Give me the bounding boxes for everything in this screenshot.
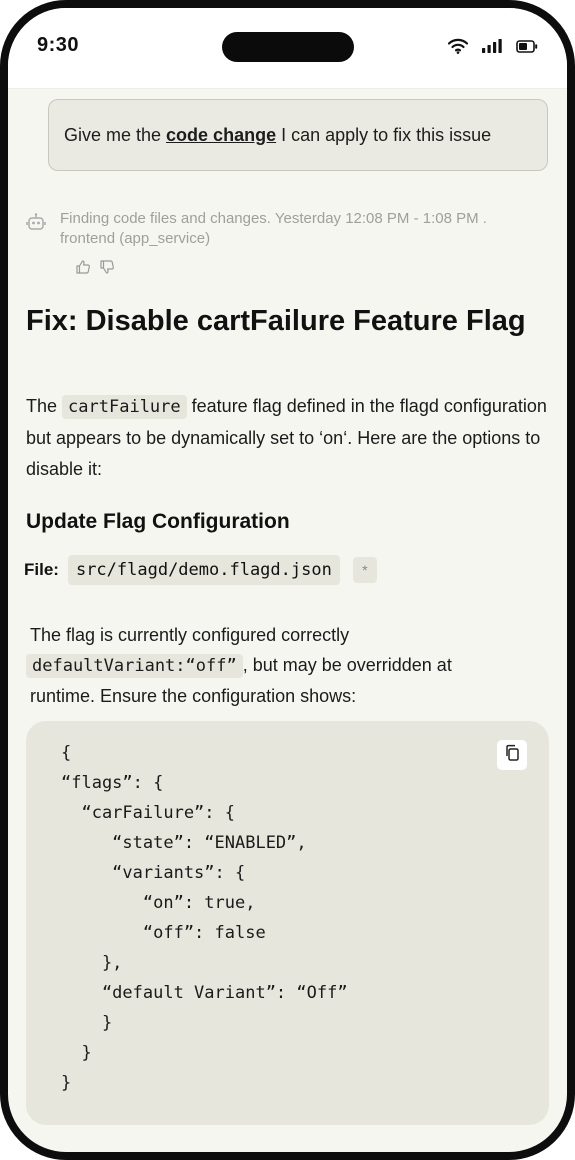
config-paragraph: The flag is currently configured correct…: [26, 620, 551, 711]
file-path[interactable]: src/flagd/demo.flagd.json: [67, 555, 340, 585]
intro-paragraph: The cartFailure feature flag defined in …: [26, 391, 551, 485]
config-line3: runtime. Ensure the configuration shows:: [30, 686, 357, 706]
status-icons: [448, 38, 538, 54]
status-time: 9:30: [37, 34, 80, 56]
file-marker: *: [352, 557, 377, 583]
default-variant-inline-code: defaultVariant:“off”: [26, 654, 243, 678]
user-message-bubble: Give me the code change I can apply to f…: [48, 99, 548, 171]
file-label: File:: [24, 560, 59, 579]
agent-status-line2: frontend (app_service): [60, 230, 211, 247]
intro-before: The: [26, 396, 58, 416]
bot-icon: [26, 213, 46, 238]
response-title: Fix: Disable cartFailure Feature Flag: [26, 305, 526, 337]
config-line2-after: , but may be overridden at: [242, 655, 452, 675]
code-change-link[interactable]: code change: [166, 125, 276, 146]
status-bar: 9:30: [8, 8, 567, 89]
feedback-buttons: [75, 259, 115, 280]
chat-content: Give me the code change I can apply to f…: [8, 88, 567, 1152]
cellular-signal-icon: [482, 39, 502, 53]
copy-icon: [504, 744, 520, 767]
config-line1: The flag is currently configured correct…: [30, 625, 350, 645]
dynamic-island: [222, 32, 354, 62]
thumbs-down-icon[interactable]: [99, 259, 115, 280]
user-message-text-before: Give me the: [64, 124, 162, 145]
battery-icon: [516, 39, 538, 53]
code-block: { “flags”: { “carFailure”: { “state”: “E…: [26, 721, 549, 1125]
user-message-text-after: I can apply to fix this issue: [281, 124, 492, 145]
wifi-icon: [448, 38, 468, 54]
copy-button[interactable]: [497, 740, 527, 770]
cartfailure-inline-code: cartFailure: [62, 395, 187, 419]
agent-status-text: Finding code files and changes. Yesterda…: [60, 209, 550, 249]
section-title: Update Flag Configuration: [26, 510, 290, 533]
config-line2: defaultVariant:“off”, but may be overrid…: [26, 650, 551, 681]
thumbs-up-icon[interactable]: [75, 259, 91, 280]
file-row: File: src/flagd/demo.flagd.json *: [24, 555, 377, 585]
agent-status-line1: Finding code files and changes. Yesterda…: [60, 210, 487, 227]
code-block-content: { “flags”: { “carFailure”: { “state”: “E…: [61, 743, 348, 1093]
phone-frame: 9:30 Give me the code change I can apply…: [0, 0, 575, 1160]
